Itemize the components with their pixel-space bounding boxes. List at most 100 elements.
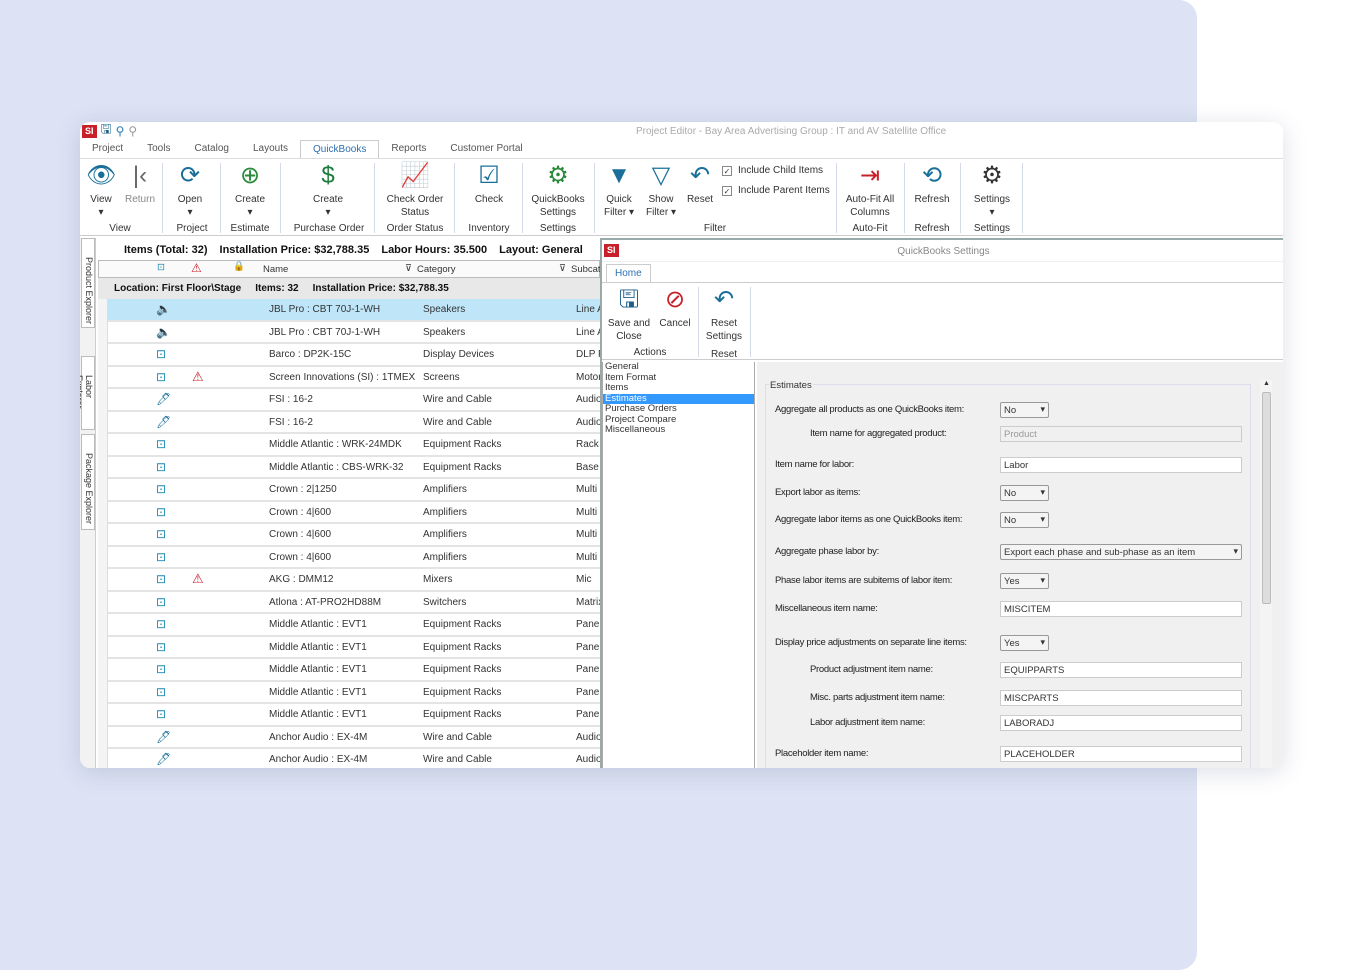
- text-input[interactable]: EQUIPPARTS: [1000, 662, 1242, 678]
- dropdown-select[interactable]: Yes: [1000, 635, 1049, 651]
- cable-icon: 🖊: [156, 414, 172, 429]
- table-row[interactable]: ⊡ ⚠ AKG : DMM12 Mixers Mic: [108, 569, 600, 592]
- text-input[interactable]: Product: [1000, 426, 1242, 442]
- scrollbar-thumb[interactable]: [1262, 392, 1271, 604]
- text-input[interactable]: PLACEHOLDER: [1000, 746, 1242, 762]
- filter-icon[interactable]: ⊽: [559, 263, 566, 274]
- check-order-status-button[interactable]: 📈 Check Order Status: [382, 161, 448, 219]
- tab-customer-portal[interactable]: Customer Portal: [438, 140, 534, 159]
- table-row[interactable]: 🔈 JBL Pro : CBT 70J-1-WH Speakers Line A: [108, 299, 600, 322]
- view-button[interactable]: 👁 View ▾: [86, 161, 116, 219]
- reset-settings-button[interactable]: ↶ Reset Settings: [702, 285, 746, 343]
- item-subcategory: Panel: [576, 686, 600, 698]
- table-row[interactable]: 🖊 FSI : 16-2 Wire and Cable Audio: [108, 389, 600, 412]
- tab-catalog[interactable]: Catalog: [182, 140, 240, 159]
- table-row[interactable]: ⊡ Barco : DP2K-15C Display Devices DLP P: [108, 344, 600, 367]
- autofit-columns-button[interactable]: ⇥ Auto-Fit All Columns: [842, 161, 898, 219]
- cancel-button[interactable]: ⊘ Cancel: [656, 285, 694, 330]
- dropdown-select[interactable]: No: [1000, 512, 1049, 528]
- tab-reports[interactable]: Reports: [379, 140, 438, 159]
- form-scrollbar[interactable]: ▲: [1260, 380, 1272, 768]
- table-row[interactable]: ⊡ Crown : 4|600 Amplifiers Multi: [108, 524, 600, 547]
- item-category: Speakers: [423, 304, 466, 315]
- network-icon[interactable]: ⚲: [116, 124, 125, 138]
- text-input[interactable]: MISCPARTS: [1000, 690, 1242, 706]
- table-row[interactable]: ⊡ Middle Atlantic : EVT1 Equipment Racks Pa…: [108, 637, 600, 659]
- dropdown-select[interactable]: Export each phase and sub-phase as an it…: [1000, 544, 1242, 560]
- refresh-button[interactable]: ⟲ Refresh: [910, 161, 954, 206]
- network-gray-icon[interactable]: ⚲: [128, 124, 137, 138]
- show-filter-button[interactable]: ▽ Show Filter ▾: [642, 161, 680, 219]
- table-row[interactable]: ⊡ Middle Atlantic : EVT1 Equipment Racks Pa…: [108, 614, 600, 637]
- item-category: Display Devices: [423, 349, 495, 360]
- dropdown-select[interactable]: No: [1000, 485, 1049, 501]
- item-subcategory: Line A: [576, 304, 600, 315]
- column-category[interactable]: Category: [417, 264, 456, 275]
- table-row[interactable]: 🖊 Anchor Audio : EX-4M Wire and Cable Audio: [108, 727, 600, 749]
- quick-filter-button[interactable]: ▼ Quick Filter ▾: [600, 161, 638, 219]
- table-row[interactable]: ⊡ Middle Atlantic : EVT1 Equipment Racks Pa…: [108, 659, 600, 682]
- table-row[interactable]: ⊡ Middle Atlantic : EVT1 Equipment Racks Pa…: [108, 704, 600, 727]
- filter-icon[interactable]: ⊽: [405, 263, 412, 274]
- check-inventory-button[interactable]: ☑ Check: [468, 161, 510, 206]
- return-button[interactable]: |‹ Return: [122, 161, 158, 206]
- field-label: Item name for aggregated product:: [810, 428, 947, 439]
- dialog-titlebar: SI QuickBooks Settings: [602, 240, 1283, 262]
- table-row[interactable]: 🔈 JBL Pro : CBT 70J-1-WH Speakers Line A: [108, 322, 600, 344]
- tab-layouts[interactable]: Layouts: [241, 140, 300, 159]
- table-row[interactable]: ⊡ Middle Atlantic : EVT1 Equipment Racks Pa…: [108, 682, 600, 704]
- dropdown-select[interactable]: Yes: [1000, 573, 1049, 589]
- table-row[interactable]: ⊡ ⚠ Screen Innovations (SI) : 1TMEX Screens…: [108, 367, 600, 389]
- include-child-items-checkbox[interactable]: ✓ Include Child Items: [722, 165, 823, 176]
- dropdown-select[interactable]: No: [1000, 402, 1049, 418]
- tab-tools[interactable]: Tools: [135, 140, 182, 159]
- group-order-status: Order Status: [386, 223, 444, 234]
- table-row[interactable]: 🖊 FSI : 16-2 Wire and Cable Audio: [108, 412, 600, 434]
- create-estimate-button[interactable]: ⊕ Create ▾: [230, 161, 270, 219]
- text-input[interactable]: Labor: [1000, 457, 1242, 473]
- group-settings-qb: Settings: [539, 223, 577, 234]
- nav-item-purchase-orders[interactable]: Purchase Orders: [603, 403, 754, 415]
- table-row[interactable]: ⊡ Crown : 4|600 Amplifiers Multi: [108, 502, 600, 524]
- table-row[interactable]: ⊡ Atlona : AT-PRO2HD88M Switchers Matrix: [108, 592, 600, 614]
- side-tab-labor-explorer[interactable]: Labor Explorer: [80, 356, 95, 430]
- item-category: Equipment Racks: [423, 709, 502, 720]
- column-warning-icon[interactable]: ⚠: [191, 261, 202, 275]
- field-label: Misc. parts adjustment item name:: [810, 692, 945, 703]
- column-lock-icon[interactable]: 🔒: [233, 261, 245, 272]
- create-po-button[interactable]: $ Create ▾: [308, 161, 348, 219]
- text-input[interactable]: LABORADJ: [1000, 715, 1242, 731]
- table-row[interactable]: ⊡ Crown : 2|1250 Amplifiers Multi: [108, 479, 600, 502]
- settings-button[interactable]: ⚙ Settings ▾: [968, 161, 1016, 219]
- column-subcategory[interactable]: Subcat: [571, 264, 601, 275]
- table-row[interactable]: ⊡ Middle Atlantic : CBS-WRK-32 Equipment R…: [108, 457, 600, 479]
- table-row[interactable]: ⊡ Middle Atlantic : WRK-24MDK Equipment Ra…: [108, 434, 600, 457]
- reset-filter-button[interactable]: ↶ Reset: [684, 161, 716, 206]
- speaker-icon: 🔈: [156, 302, 171, 316]
- include-parent-items-checkbox[interactable]: ✓ Include Parent Items: [722, 185, 830, 196]
- window-title: Project Editor - Bay Area Advertising Gr…: [636, 126, 947, 137]
- side-tab-package-explorer[interactable]: Package Explorer: [81, 434, 95, 530]
- item-subcategory: Multi: [576, 484, 598, 495]
- location-group-row[interactable]: Location: First Floor\Stage Items: 32 In…: [98, 278, 600, 299]
- tab-project[interactable]: Project: [80, 140, 135, 159]
- tab-quickbooks[interactable]: QuickBooks: [299, 140, 380, 159]
- item-subcategory: DLP P: [576, 349, 600, 360]
- column-type-icon[interactable]: ⊡: [157, 262, 165, 273]
- nav-item-items[interactable]: Items: [603, 382, 754, 394]
- nav-item-general[interactable]: General: [603, 361, 754, 373]
- save-icon[interactable]: 🖫: [101, 122, 112, 142]
- scroll-up-icon[interactable]: ▲: [1263, 380, 1270, 387]
- product-icon: ⊡: [156, 527, 167, 541]
- open-project-button[interactable]: ⟳ Open ▾: [172, 161, 208, 219]
- quickbooks-settings-button[interactable]: ⚙ QuickBooks Settings: [528, 161, 588, 219]
- tab-home[interactable]: Home: [606, 264, 651, 282]
- save-and-close-button[interactable]: 🖫 Save and Close: [606, 285, 652, 343]
- column-name[interactable]: Name: [263, 264, 288, 275]
- side-tab-product-explorer[interactable]: Product Explorer: [81, 238, 95, 328]
- table-row[interactable]: ⊡ Crown : 4|600 Amplifiers Multi: [108, 547, 600, 569]
- table-row[interactable]: 🖊 Anchor Audio : EX-4M Wire and Cable Audio: [108, 749, 600, 768]
- nav-item-miscellaneous[interactable]: Miscellaneous: [603, 424, 754, 436]
- text-input[interactable]: MISCITEM: [1000, 601, 1242, 617]
- refresh-icon: ⟲: [921, 162, 943, 189]
